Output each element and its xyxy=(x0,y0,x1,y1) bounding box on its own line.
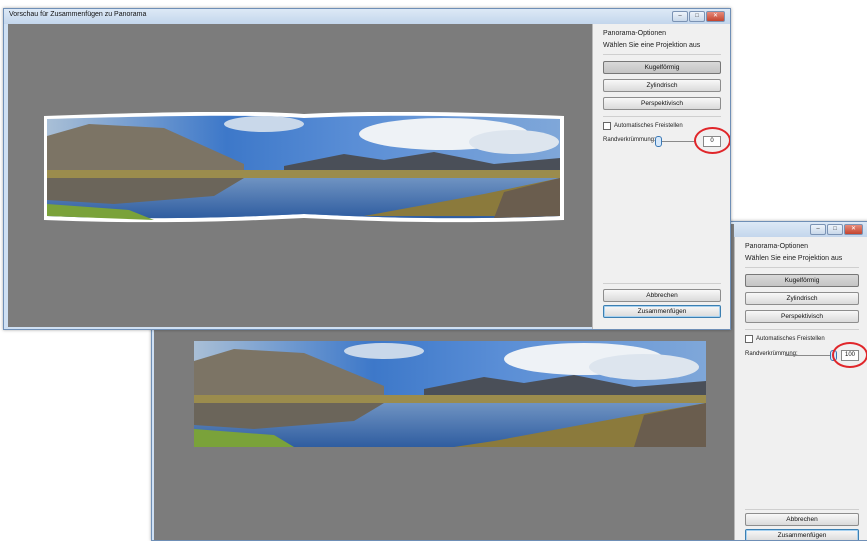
panel-title: Panorama-Optionen xyxy=(745,243,809,250)
panel-subtitle: Wählen Sie eine Projektion aus xyxy=(603,42,701,49)
front-merge-window: Vorschau für Zusammenfügen zu Panorama –… xyxy=(3,8,731,330)
front-titlebar: Vorschau für Zusammenfügen zu Panorama –… xyxy=(4,9,730,24)
back-options-panel: Panorama-Optionen Wählen Sie eine Projek… xyxy=(734,237,867,540)
front-preview-canvas xyxy=(8,24,592,327)
panel-subtitle: Wählen Sie eine Projektion aus xyxy=(745,255,843,262)
separator xyxy=(603,54,721,55)
separator xyxy=(603,116,721,117)
auto-crop-checkbox[interactable] xyxy=(745,335,753,343)
back-panorama-image xyxy=(194,341,706,447)
auto-crop-option[interactable]: Automatisches Freistellen xyxy=(603,122,683,130)
merge-button[interactable]: Zusammenfügen xyxy=(603,305,721,318)
perspective-button[interactable]: Perspektivisch xyxy=(603,97,721,110)
auto-crop-label: Automatisches Freistellen xyxy=(614,123,683,129)
separator xyxy=(745,329,859,330)
auto-crop-option[interactable]: Automatisches Freistellen xyxy=(745,335,825,343)
minimize-icon[interactable]: – xyxy=(810,224,826,235)
minimize-icon[interactable]: – xyxy=(672,11,688,22)
spherical-button[interactable]: Kugelförmig xyxy=(603,61,721,74)
front-window-controls: – □ ✕ xyxy=(672,11,725,22)
spherical-button[interactable]: Kugelförmig xyxy=(745,274,859,287)
boundary-warp-slider-track[interactable] xyxy=(658,141,696,142)
boundary-warp-slider-track[interactable] xyxy=(785,355,833,356)
highlight-circle xyxy=(832,342,867,368)
auto-crop-checkbox[interactable] xyxy=(603,122,611,130)
boundary-warp-slider-thumb[interactable] xyxy=(655,136,662,147)
window-title: Vorschau für Zusammenfügen zu Panorama xyxy=(9,11,147,18)
close-icon[interactable]: ✕ xyxy=(706,11,725,22)
separator xyxy=(603,283,721,284)
maximize-icon[interactable]: □ xyxy=(827,224,843,235)
panel-title: Panorama-Optionen xyxy=(603,30,667,37)
highlight-circle xyxy=(694,127,730,154)
separator xyxy=(745,509,859,510)
front-panorama-image xyxy=(44,112,564,223)
front-options-panel: Panorama-Optionen Wählen Sie eine Projek… xyxy=(592,24,730,329)
separator xyxy=(745,267,859,268)
perspective-button[interactable]: Perspektivisch xyxy=(745,310,859,323)
maximize-icon[interactable]: □ xyxy=(689,11,705,22)
cancel-button[interactable]: Abbrechen xyxy=(603,289,721,302)
boundary-warp-label: Randverkrümmung: xyxy=(603,137,656,143)
back-window-controls: – □ ✕ xyxy=(810,224,863,235)
cylindrical-button[interactable]: Zylindrisch xyxy=(603,79,721,92)
boundary-warp-label: Randverkrümmung: xyxy=(745,351,798,357)
merge-button[interactable]: Zusammenfügen xyxy=(745,529,859,540)
cylindrical-button[interactable]: Zylindrisch xyxy=(745,292,859,305)
close-icon[interactable]: ✕ xyxy=(844,224,863,235)
auto-crop-label: Automatisches Freistellen xyxy=(756,336,825,342)
cancel-button[interactable]: Abbrechen xyxy=(745,513,859,526)
